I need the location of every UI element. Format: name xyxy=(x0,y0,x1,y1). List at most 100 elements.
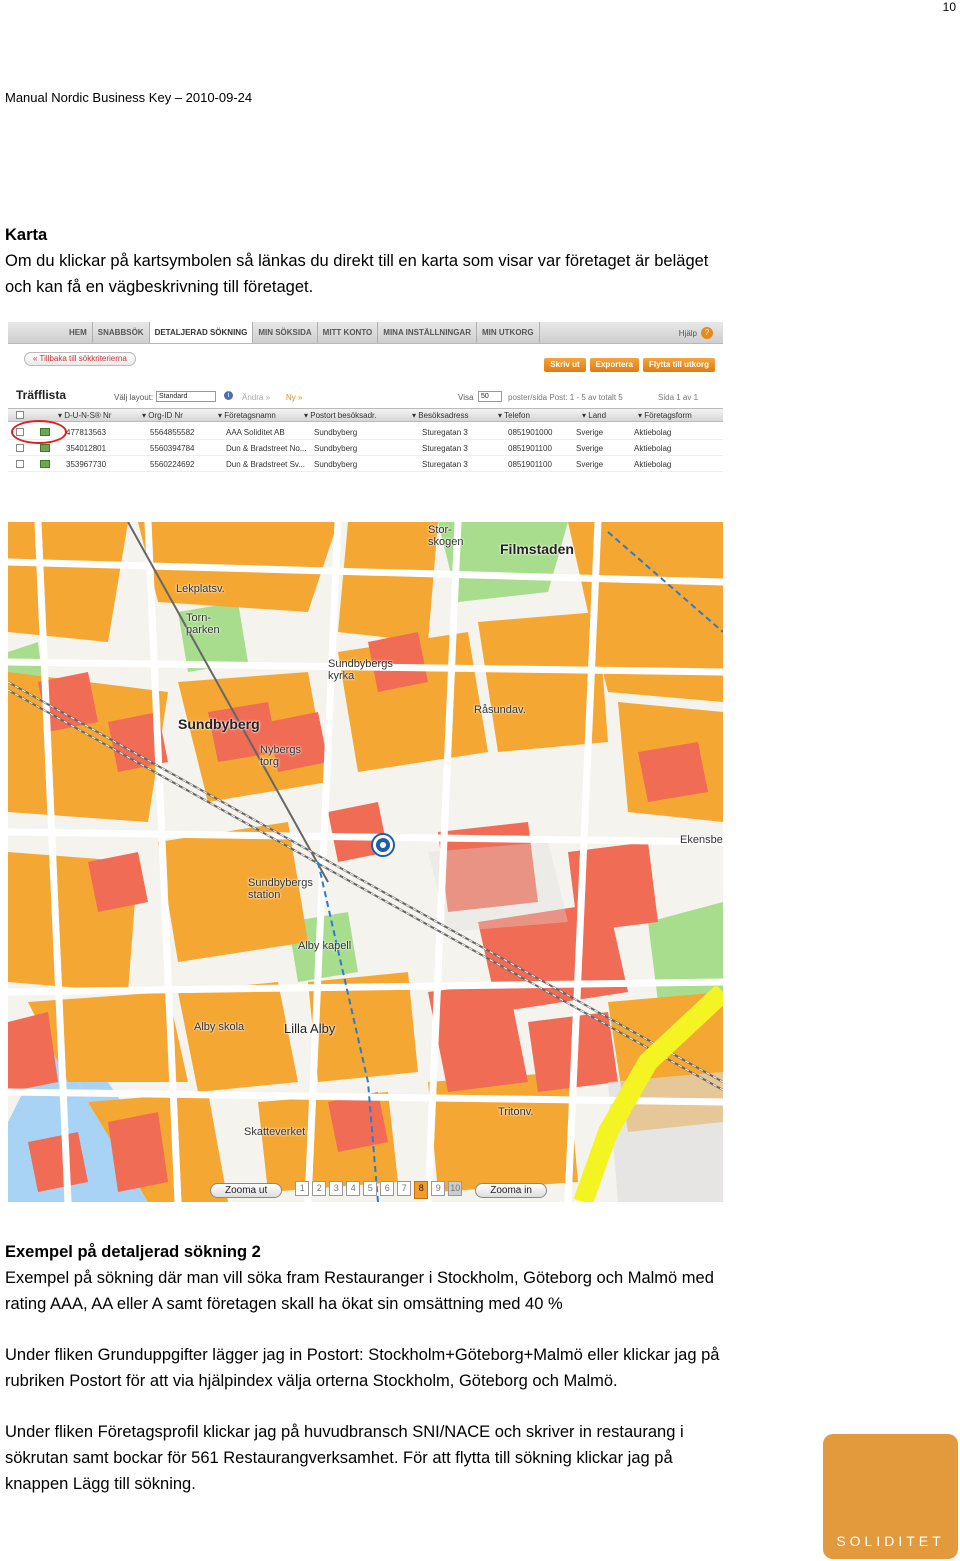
change-layout-link[interactable]: Ändra » xyxy=(242,393,270,402)
table-cell: Sverige xyxy=(576,460,604,469)
table-cell: 477813563 xyxy=(66,428,107,437)
label-alby-kapell: Alby kapell xyxy=(298,940,352,952)
table-cell: 0851901000 xyxy=(508,428,553,437)
nav-tab[interactable]: HEM xyxy=(64,322,93,343)
column-header[interactable]: ▾ Telefon xyxy=(498,411,530,420)
section-body: Om du klickar på kartsymbolen så länkas … xyxy=(5,252,709,296)
label-rasundav: Råsundav. xyxy=(474,704,526,716)
zoom-step[interactable]: 8 xyxy=(414,1181,429,1199)
post-count-info: poster/sida Post: 1 - 5 av totalt 5 xyxy=(508,393,623,402)
table-cell: Aktiebolag xyxy=(634,444,672,453)
zoom-step[interactable]: 6 xyxy=(380,1181,395,1196)
select-all-checkbox[interactable] xyxy=(16,411,24,419)
table-cell: 5564855582 xyxy=(150,428,195,437)
help-link[interactable]: Hjälp? xyxy=(679,327,713,339)
park-area xyxy=(648,902,723,1002)
row-checkbox[interactable] xyxy=(16,444,24,452)
nav-tab[interactable]: MITT KONTO xyxy=(318,322,379,343)
map-graphic xyxy=(8,522,723,1202)
table-cell: 5560224692 xyxy=(150,460,195,469)
map-symbol-icon[interactable] xyxy=(40,444,50,452)
column-header[interactable]: ▾ Besöksadress xyxy=(412,411,468,420)
layout-label: Välj layout: xyxy=(114,393,154,402)
table-cell: Sverige xyxy=(576,428,604,437)
column-header[interactable]: ▾ Företagsform xyxy=(638,411,692,420)
new-layout-link[interactable]: Ny » xyxy=(286,393,302,402)
label-ekensberg: Ekensbe xyxy=(680,834,723,846)
layout-select[interactable]: Standard xyxy=(156,391,216,402)
document-header: Manual Nordic Business Key – 2010-09-24 xyxy=(5,90,253,105)
print-button[interactable]: Skriv ut xyxy=(544,358,586,372)
zoom-step[interactable]: 1 xyxy=(295,1181,310,1196)
column-header[interactable]: ▾ Företagsnamn xyxy=(218,411,276,420)
company-location-marker[interactable] xyxy=(373,835,393,855)
nav-tab[interactable]: MINA INSTÄLLNINGAR xyxy=(378,322,477,343)
table-cell[interactable]: Dun & Bradstreet Sv... xyxy=(226,460,305,469)
table-row[interactable]: 353967730 5560224692 Dun & Bradstreet Sv..… xyxy=(8,456,723,472)
row-checkbox[interactable] xyxy=(16,460,24,468)
column-header[interactable]: ▾ Org-ID Nr xyxy=(142,411,183,420)
section-paragraph: Exempel på sökning där man vill söka fra… xyxy=(5,1269,714,1313)
label-station: Sundbybergs station xyxy=(248,877,313,901)
table-cell: 5560394784 xyxy=(150,444,195,453)
section-paragraph: Under fliken Grunduppgifter lägger jag i… xyxy=(5,1346,720,1390)
export-button[interactable]: Exportera xyxy=(589,358,639,372)
column-header[interactable]: ▾ Land xyxy=(582,411,606,420)
nav-tab[interactable]: MIN UTKORG xyxy=(477,322,540,343)
section-title: Exempel på detaljerad sökning 2 xyxy=(5,1243,261,1261)
label-lekplatsv: Lekplatsv. xyxy=(176,583,225,595)
label-tritonv: Tritonv. xyxy=(498,1106,534,1118)
zoom-step[interactable]: 7 xyxy=(397,1181,412,1196)
zoom-control: Zooma ut 1 2 3 4 5 6 7 8 9 10 Zooma in xyxy=(210,1181,547,1199)
table-row[interactable]: 354012801 5560394784 Dun & Bradstreet No..… xyxy=(8,440,723,456)
zoom-out-button[interactable]: Zooma ut xyxy=(210,1182,283,1198)
rows-per-page-select[interactable]: 50 xyxy=(478,391,502,402)
column-header[interactable]: ▾ D-U-N-S® Nr xyxy=(58,411,111,420)
section-title: Karta xyxy=(5,226,48,244)
table-header: ▾ D-U-N-S® Nr ▾ Org-ID Nr ▾ Företagsnamn ▾ … xyxy=(8,408,723,422)
table-cell[interactable]: AAA Soliditet AB xyxy=(226,428,285,437)
nav-tab[interactable]: DETALJERAD SÖKNING xyxy=(149,322,254,343)
map-screenshot: Filmstaden Sundbyberg Lilla Alby Stor- s… xyxy=(8,522,723,1202)
table-cell: Sturegatan 3 xyxy=(422,428,468,437)
label-sundbyberg: Sundbyberg xyxy=(178,716,260,732)
result-list-toolbar: Träfflista Välj layout: Standard i Ändra… xyxy=(8,388,723,406)
section-exempel: Exempel på detaljerad sökning 2 Exempel … xyxy=(5,1239,725,1497)
move-to-outbox-button[interactable]: Flytta till utkorg xyxy=(643,358,715,372)
table-cell: 354012801 xyxy=(66,444,107,453)
zoom-step[interactable]: 10 xyxy=(448,1181,463,1196)
table-cell: 353967730 xyxy=(66,460,107,469)
table-cell: 0851901100 xyxy=(508,460,552,469)
zoom-in-button[interactable]: Zooma in xyxy=(475,1182,547,1198)
soliditet-logo: SOLIDITET xyxy=(823,1434,958,1559)
table-cell[interactable]: Dun & Bradstreet No... xyxy=(226,444,306,453)
result-list-title: Träfflista xyxy=(16,388,67,402)
app-screenshot: HEM SNABBSÖK DETALJERAD SÖKNING MIN SÖKSIDA… xyxy=(8,322,723,472)
zoom-step[interactable]: 3 xyxy=(329,1181,344,1196)
table-cell: Sverige xyxy=(576,444,604,453)
zoom-step[interactable]: 4 xyxy=(346,1181,361,1196)
table-cell: Sundbyberg xyxy=(314,460,358,469)
nav-tab[interactable]: MIN SÖKSIDA xyxy=(253,322,318,343)
label-nybergs-torg: Nybergs torg xyxy=(260,744,301,768)
nav-tab[interactable]: SNABBSÖK xyxy=(93,322,150,343)
zoom-step[interactable]: 2 xyxy=(312,1181,327,1196)
info-icon[interactable]: i xyxy=(224,391,233,400)
label-filmstaden: Filmstaden xyxy=(500,541,574,557)
map-symbol-highlight-ring xyxy=(11,420,67,444)
zoom-step[interactable]: 5 xyxy=(363,1181,378,1196)
label-storskogen: Stor- skogen xyxy=(428,524,464,548)
label-lilla-alby: Lilla Alby xyxy=(284,1021,336,1036)
table-cell: Aktiebolag xyxy=(634,428,672,437)
table-cell: Sundbyberg xyxy=(314,428,358,437)
label-alby-skola: Alby skola xyxy=(194,1021,245,1033)
zoom-step[interactable]: 9 xyxy=(431,1181,446,1196)
column-header[interactable]: ▾ Postort besöksadr. xyxy=(304,411,377,420)
help-label: Hjälp xyxy=(678,328,697,338)
table-row[interactable]: 477813563 5564855582 AAA Soliditet AB Sundb… xyxy=(8,424,723,440)
label-skatteverket: Skatteverket xyxy=(244,1126,306,1138)
show-label: Visa xyxy=(458,393,474,402)
back-to-criteria-button[interactable]: « Tillbaka till sökkriterierna xyxy=(24,352,136,366)
table-cell: Aktiebolag xyxy=(634,460,672,469)
map-symbol-icon[interactable] xyxy=(40,460,50,468)
